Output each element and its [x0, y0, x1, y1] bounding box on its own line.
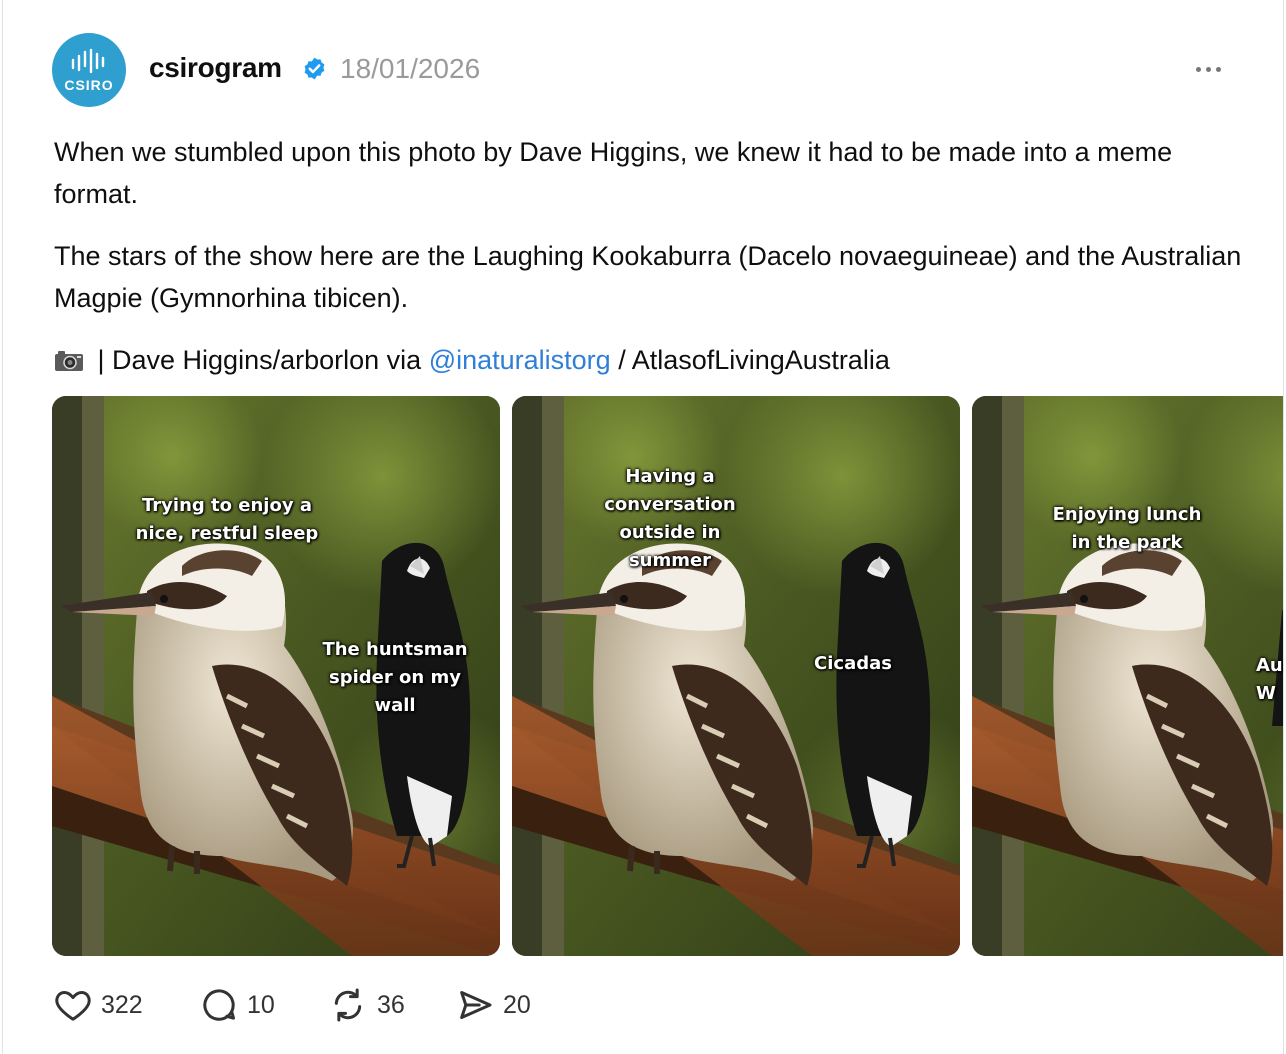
- photo-credit: | Dave Higgins/arborlon via @inaturalist…: [54, 339, 1254, 381]
- credit-suffix: / AtlasofLivingAustralia: [610, 345, 890, 375]
- kookaburra-caption: Having a conversation outside in summer: [604, 466, 736, 571]
- post-date: 18/01/2026: [340, 53, 481, 84]
- verified-badge-icon: [304, 57, 325, 80]
- more-horizontal-icon: [1216, 66, 1221, 72]
- meme-photo: [972, 396, 1283, 956]
- inaturalist-link[interactable]: @inaturalistorg: [429, 345, 611, 375]
- carousel-image-3[interactable]: Enjoying lunch in the park Au W: [972, 396, 1283, 956]
- post-card: CSIRO csirogram 18/01/2026 When we stumb…: [2, 0, 1284, 1054]
- csiro-logo-icon: [71, 48, 105, 73]
- avatar-label: CSIRO: [64, 76, 114, 93]
- comment-icon: [203, 989, 235, 1021]
- carousel-image-1[interactable]: Trying to enjoy a nice, restful sleep Th…: [52, 396, 500, 956]
- image-carousel[interactable]: Trying to enjoy a nice, restful sleep Th…: [52, 396, 1283, 956]
- magpie-caption: The huntsman spider on my wall: [322, 639, 468, 716]
- more-options-button[interactable]: [1196, 58, 1236, 80]
- repost-button[interactable]: 36: [327, 982, 405, 1028]
- repost-count: 36: [377, 990, 405, 1019]
- avatar[interactable]: CSIRO: [52, 33, 126, 107]
- reply-count: 10: [247, 990, 275, 1019]
- share-button[interactable]: 20: [455, 982, 531, 1028]
- post-text-paragraph-1: When we stumbled upon this photo by Dave…: [54, 137, 1173, 209]
- magpie-caption: Cicadas: [814, 653, 892, 674]
- like-button[interactable]: 322: [53, 982, 143, 1028]
- heart-icon: [55, 991, 91, 1021]
- carousel-image-2[interactable]: Having a conversation outside in summer …: [512, 396, 960, 956]
- magpie-caption: Au W: [1256, 655, 1283, 704]
- kookaburra-caption: Enjoying lunch in the park: [1052, 504, 1202, 553]
- repost-icon: [334, 988, 362, 1022]
- camera-icon: [55, 351, 83, 371]
- kookaburra-caption: Trying to enjoy a nice, restful sleep: [135, 495, 319, 544]
- post-text-paragraph-2: The stars of the show here are the Laugh…: [54, 241, 1242, 313]
- reply-button[interactable]: 10: [199, 982, 275, 1028]
- send-icon: [460, 991, 492, 1019]
- username[interactable]: csirogram: [149, 52, 282, 84]
- more-horizontal-icon: [1206, 66, 1211, 72]
- credit-prefix: | Dave Higgins/arborlon via: [90, 345, 429, 375]
- more-horizontal-icon: [1196, 66, 1201, 72]
- like-count: 322: [101, 990, 143, 1019]
- share-count: 20: [503, 990, 531, 1019]
